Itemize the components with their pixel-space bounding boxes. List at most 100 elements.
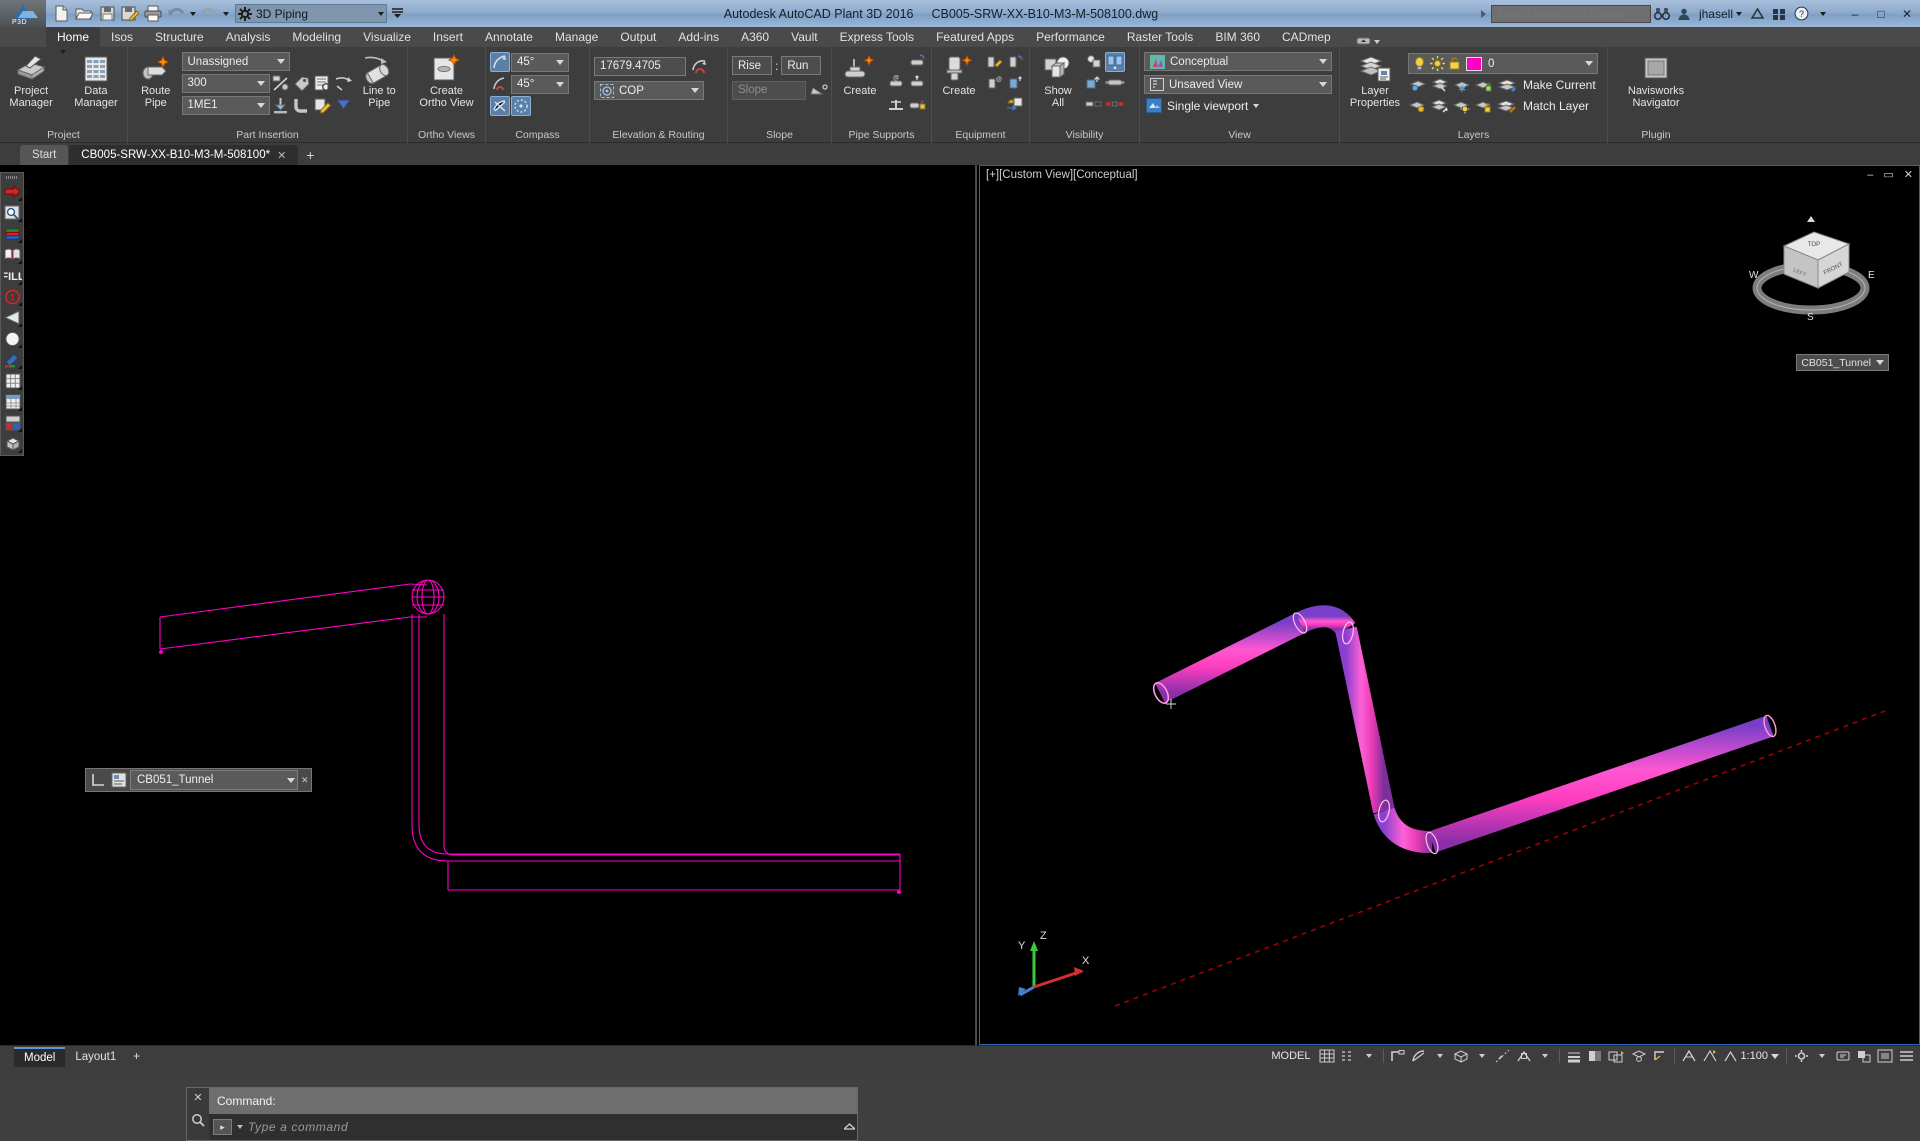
workspace-switch-icon[interactable] — [1791, 1046, 1811, 1066]
viewport-label[interactable]: [+][Custom View][Conceptual] — [986, 169, 1138, 181]
compass-angle1-combo[interactable]: 45° — [511, 52, 569, 72]
make-current-icon[interactable] — [1496, 75, 1518, 95]
equipment-convert-icon[interactable] — [1005, 94, 1025, 114]
pipe-support-attach-icon[interactable] — [886, 94, 906, 114]
tab-bim-360[interactable]: BIM 360 — [1204, 27, 1271, 47]
autoscale-icon[interactable] — [1700, 1046, 1720, 1066]
left-viewport[interactable]: CB051_Tunnel ✕ — [0, 165, 975, 1045]
cop-combo[interactable]: COP — [594, 81, 704, 100]
tab-insert[interactable]: Insert — [422, 27, 474, 47]
spec-viewer-icon[interactable] — [271, 73, 291, 93]
command-line-close-icon[interactable]: ✕ — [193, 1091, 202, 1104]
search-input-wrap[interactable] — [1490, 4, 1651, 23]
osnap-dropdown-arrow-icon[interactable] — [1535, 1046, 1555, 1066]
pipe-support-refresh-icon[interactable] — [907, 52, 927, 72]
tab-analysis[interactable]: Analysis — [215, 27, 282, 47]
command-line-search-icon[interactable] — [191, 1113, 205, 1130]
undo-dropdown-arrow-icon[interactable] — [188, 3, 197, 25]
tab-a360[interactable]: A360 — [730, 27, 780, 47]
visual-style-combo[interactable]: Conceptual — [1144, 52, 1332, 71]
edit-spec-icon[interactable] — [313, 95, 333, 115]
new-icon[interactable] — [50, 3, 72, 25]
tab-structure[interactable]: Structure — [144, 27, 215, 47]
command-input-row[interactable]: ▸ Type a command — [209, 1114, 857, 1140]
workspace-dropdown-arrow-icon[interactable] — [378, 11, 384, 16]
tab-annotate[interactable]: Annotate — [474, 27, 544, 47]
selection-cycling-icon[interactable] — [1606, 1046, 1628, 1066]
create-equipment-button[interactable]: Create — [936, 50, 982, 97]
3d-object-snap-icon[interactable] — [1629, 1046, 1649, 1066]
signed-in-user[interactable]: jhasell — [1695, 7, 1746, 21]
create-pipe-support-button[interactable]: Create — [836, 50, 884, 97]
layer-properties-small-icon[interactable] — [109, 771, 128, 790]
hardware-accel-icon[interactable] — [1833, 1046, 1853, 1066]
isolate-objects-status-icon[interactable] — [1854, 1046, 1874, 1066]
tab-featured-apps[interactable]: Featured Apps — [925, 27, 1025, 47]
toolbar-grip[interactable] — [2, 174, 22, 181]
named-view-combo[interactable]: Unsaved View — [1144, 75, 1332, 94]
layer-floating-toolbar[interactable]: CB051_Tunnel ✕ — [85, 768, 312, 792]
autodesk-a360-icon[interactable] — [1746, 3, 1768, 25]
table-icon[interactable] — [2, 391, 23, 412]
model-space-button[interactable]: MODEL — [1265, 1046, 1316, 1066]
tab-performance[interactable]: Performance — [1025, 27, 1116, 47]
file-tab-drawing[interactable]: CB005-SRW-XX-B10-M3-M-508100* ✕ — [69, 145, 299, 165]
material-combo[interactable]: 1ME1 — [181, 95, 270, 115]
minimize-button[interactable]: – — [1842, 4, 1868, 24]
navisworks-navigator-button[interactable]: Navisworks Navigator — [1615, 50, 1697, 109]
close-button[interactable]: ✕ — [1894, 4, 1920, 24]
file-tab-start[interactable]: Start — [20, 145, 69, 165]
project-manager-dropdown-arrow-icon[interactable] — [60, 50, 67, 76]
layout1-tab[interactable]: Layout1 — [65, 1047, 126, 1067]
polar-tracking-icon[interactable] — [1409, 1046, 1429, 1066]
layer-previous-icon[interactable] — [88, 771, 107, 790]
layer-off-icon[interactable] — [1430, 96, 1450, 116]
workspace-dropdown-arrow-icon[interactable] — [1812, 1046, 1832, 1066]
annotation-visibility-icon[interactable] — [1679, 1046, 1699, 1066]
line-to-pipe-button[interactable]: Line to Pipe — [356, 50, 404, 109]
pipe-support-move-icon[interactable] — [907, 73, 927, 93]
grid-icon[interactable] — [2, 370, 23, 391]
books-icon[interactable] — [2, 223, 23, 244]
xray-effect-icon[interactable] — [1105, 52, 1125, 72]
insert-component-icon[interactable] — [271, 95, 291, 115]
spec-sheet-icon[interactable] — [313, 73, 333, 93]
open-book-icon[interactable] — [2, 244, 23, 265]
redo-icon[interactable] — [198, 3, 220, 25]
sphere-icon[interactable] — [2, 328, 23, 349]
viewport-minimize-button[interactable]: – — [1867, 169, 1873, 181]
viewport-config-button[interactable]: Single viewport — [1144, 98, 1332, 113]
layer-freeze-icon[interactable] — [1452, 75, 1472, 95]
layer-float-close-icon[interactable]: ✕ — [301, 775, 309, 786]
toggle-visibility-icon[interactable] — [1084, 94, 1104, 114]
layer-float-combo[interactable]: CB051_Tunnel — [130, 770, 298, 790]
application-menu-button[interactable]: P3D — [0, 0, 46, 27]
redo-dropdown-arrow-icon[interactable] — [221, 3, 230, 25]
object-snap-icon[interactable] — [1514, 1046, 1534, 1066]
paint-icon[interactable] — [2, 349, 23, 370]
slope-angle-icon[interactable] — [809, 80, 829, 100]
layer-color-swatch[interactable] — [1466, 56, 1482, 71]
compass-lock-icon[interactable] — [490, 96, 510, 116]
run-field[interactable]: Run — [781, 56, 822, 75]
circle-one-icon[interactable]: 1 — [2, 286, 23, 307]
tab-isos[interactable]: Isos — [100, 27, 144, 47]
signin-avatar-icon[interactable] — [1673, 3, 1695, 25]
search-binoculars-icon[interactable] — [1651, 3, 1673, 25]
tab-vault[interactable]: Vault — [780, 27, 828, 47]
snap-mode-icon[interactable] — [1338, 1046, 1358, 1066]
elevation-field[interactable]: 17679.4705 — [594, 56, 686, 76]
search-input[interactable] — [1496, 7, 1650, 20]
isometric-drafting-icon[interactable] — [1451, 1046, 1471, 1066]
right-viewport[interactable]: [+][Custom View][Conceptual] – ▭ ✕ W E S… — [979, 165, 1920, 1045]
viewcube-named-view-dropdown-arrow-icon[interactable] — [1876, 360, 1884, 365]
open-icon[interactable] — [73, 3, 95, 25]
model-tab[interactable]: Model — [14, 1046, 66, 1067]
compass-snap-toggle-icon[interactable] — [490, 74, 510, 94]
match-layer-label[interactable]: Match Layer — [1520, 99, 1589, 113]
match-layer-icon[interactable] — [1496, 96, 1518, 116]
valve-icon[interactable] — [334, 95, 354, 115]
tab-modeling[interactable]: Modeling — [281, 27, 352, 47]
command-line[interactable]: ✕ Command: ▸ Type a command — [186, 1087, 858, 1141]
layer-isolate-icon[interactable] — [1408, 75, 1428, 95]
